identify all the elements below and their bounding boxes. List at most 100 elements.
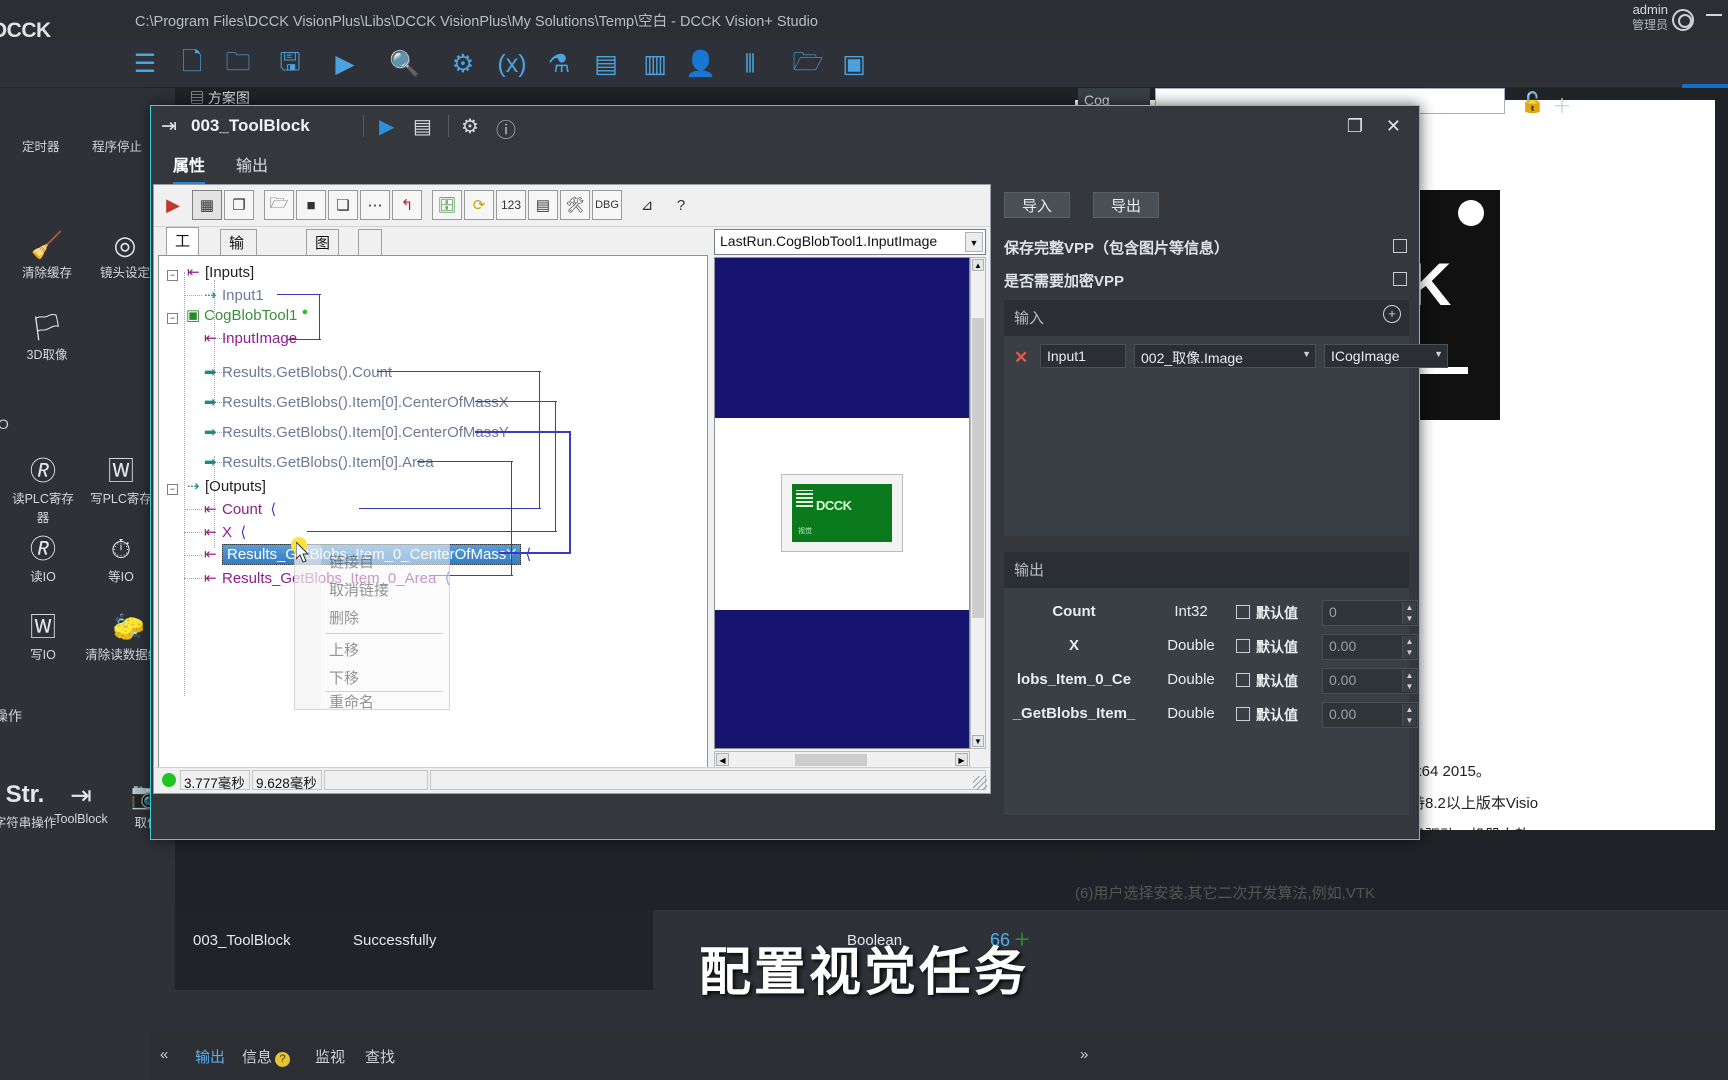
script-icon[interactable]: ⟳ (464, 190, 494, 220)
help-icon[interactable]: ⓘ (496, 114, 516, 143)
run-red-icon[interactable]: ▶ (158, 190, 188, 220)
input-row-0[interactable]: ✕ Input1 002_取像.Image ▼ ICogImage ▼ (1010, 344, 1403, 372)
output-value-spinner-0[interactable]: 0 ▲▼ (1322, 600, 1418, 626)
tab-find[interactable]: 查找 (365, 1046, 395, 1067)
close-button[interactable]: ✕ (1386, 116, 1401, 137)
window-layout-icon[interactable]: ▦ (192, 190, 222, 220)
number-icon[interactable]: 123 (496, 190, 526, 220)
undo-redo-icon[interactable]: ↰ (392, 190, 422, 220)
dots-icon[interactable]: ⋯ (360, 190, 390, 220)
tree-node-terminal-3[interactable]: ➡Results.GetBlobs().Item[0].Area (204, 453, 434, 471)
input-source-combo[interactable]: 002_取像.Image ▼ (1134, 344, 1316, 368)
input-type-combo[interactable]: ICogImage ▼ (1324, 344, 1448, 368)
hscroll-thumb[interactable] (795, 754, 867, 766)
hamburger-menu-icon[interactable]: ☰ (125, 44, 165, 84)
tree-node-outputs[interactable]: ⇢[Outputs] (187, 477, 266, 495)
sliders-icon[interactable]: ⫴ (730, 44, 770, 84)
output-default-checkbox-3[interactable] (1236, 707, 1250, 721)
ctx-delete[interactable]: 删除 (329, 607, 359, 628)
chevron-down-icon[interactable]: ▼ (1302, 349, 1311, 359)
paste-icon[interactable]: ❏ (328, 190, 358, 220)
chevron-down-icon[interactable]: ▼ (1434, 349, 1443, 359)
copy-icon[interactable]: ❐ (224, 190, 254, 220)
encrypt-vpp-checkbox[interactable] (1393, 272, 1407, 286)
tree-node-output-0[interactable]: ⇤Count ⟨ (204, 500, 276, 518)
output-value-spinner-2[interactable]: 0.00 ▲▼ (1322, 668, 1418, 694)
rail-item-clear-cache[interactable]: 🧹 清除缓存 (10, 228, 84, 281)
lock-icon[interactable]: 🔓 (1520, 90, 1545, 115)
restore-button[interactable]: ❐ (1347, 116, 1363, 137)
vscroll-thumb[interactable] (972, 318, 984, 618)
search-icon[interactable]: 🔍 (385, 44, 425, 84)
expander-inputs[interactable]: − (167, 270, 178, 281)
database-icon[interactable]: 🗄 (432, 190, 462, 220)
image-source-combo[interactable]: LastRun.CogBlobTool1.InputImage ▼ (714, 229, 986, 255)
ctx-rename[interactable]: 重命名 (329, 691, 374, 712)
toolblock-tree[interactable]: − ⇤[Inputs] ⇢Input1 − ▣CogBlobTool1 ● ⇤I… (158, 255, 708, 785)
rail-item-wait-io[interactable]: ⏱ 等IO (84, 532, 158, 585)
output-value-spinner-1[interactable]: 0.00 ▲▼ (1322, 634, 1418, 660)
tree-node-cogblobtool1[interactable]: ▣CogBlobTool1 ● (186, 306, 308, 324)
tree-node-inputs[interactable]: ⇤[Inputs] (187, 263, 254, 281)
measure-icon[interactable]: ⊿ (632, 190, 662, 220)
export-button[interactable]: 导出 (1093, 192, 1159, 218)
open-folder-icon[interactable]: 🗀 (218, 44, 258, 84)
run-icon[interactable]: ▶ (379, 114, 394, 139)
variable-icon[interactable]: (x) (492, 44, 532, 84)
add-input-icon[interactable]: + (1383, 305, 1401, 323)
collapse-right-button[interactable]: » (1080, 1046, 1088, 1063)
flask-icon[interactable]: ⚗ (539, 44, 579, 84)
tree-node-terminal-1[interactable]: ➡Results.GetBlobs().Item[0].CenterOfMass… (204, 393, 509, 411)
tab-monitor[interactable]: 监视 (315, 1046, 345, 1067)
output-row-3[interactable]: _GetBlobs_Item_ Double 默认值 0.00 ▲▼ (1004, 698, 1409, 732)
ctx-unlink[interactable]: 取消链接 (329, 579, 389, 600)
tree-node-inputimage[interactable]: ⇤InputImage (204, 329, 297, 347)
resize-grip[interactable] (973, 776, 987, 790)
scroll-left-icon[interactable]: ◀ (716, 753, 729, 766)
stop-icon[interactable]: ■ (296, 190, 326, 220)
image-vertical-scrollbar[interactable]: ▲ ▼ (970, 257, 986, 749)
open-project-icon[interactable]: 🗁 (788, 44, 828, 84)
tab-output[interactable]: 输出 (236, 152, 268, 182)
save-full-vpp-checkbox[interactable] (1393, 239, 1407, 253)
open-icon[interactable]: 🗁 (264, 190, 294, 220)
output-default-checkbox-1[interactable] (1236, 639, 1250, 653)
collapse-left-button[interactable]: « (160, 1046, 168, 1063)
expander-cogblobtool1[interactable]: − (167, 313, 178, 324)
minimize-button[interactable] (1706, 14, 1722, 16)
user-avatar-icon[interactable] (1672, 9, 1694, 31)
rail-item-plc-write[interactable]: 🅆 写PLC寄存 (84, 454, 158, 507)
rail-item-toolblock[interactable]: ⇥ ToolBlock (44, 778, 118, 826)
panel-icon[interactable]: ▥ (635, 44, 675, 84)
scroll-down-icon[interactable]: ▼ (972, 735, 984, 747)
user-icon[interactable]: 👤 (681, 44, 721, 84)
context-menu[interactable]: 链接目 取消链接 删除 上移 下移 重命名 (294, 544, 450, 710)
output-value-spinner-3[interactable]: 0.00 ▲▼ (1322, 702, 1418, 728)
run-icon[interactable]: ▶ (325, 44, 365, 84)
import-button[interactable]: 导入 (1004, 192, 1070, 218)
rail-item-plc-read[interactable]: 🄬 读PLC寄存器 (6, 454, 80, 526)
spinner-arrows-icon[interactable]: ▲▼ (1402, 602, 1416, 624)
cog-tab-io[interactable]: 输入/输出 (220, 229, 257, 255)
tree-node-output-1[interactable]: ⇤X ⟨ (204, 523, 246, 541)
tools-icon[interactable]: 🛠 (560, 190, 590, 220)
tab-info[interactable]: 信息? (242, 1046, 290, 1067)
input-name-field[interactable]: Input1 (1040, 344, 1126, 368)
expander-outputs[interactable]: − (167, 484, 178, 495)
spinner-arrows-icon[interactable]: ▲▼ (1402, 670, 1416, 692)
chevron-down-icon[interactable]: ▼ (965, 232, 983, 252)
tree-node-terminal-0[interactable]: ➡Results.GetBlobs().Count (204, 363, 392, 381)
remove-input-icon[interactable]: ✕ (1014, 348, 1028, 368)
ctx-move-down[interactable]: 下移 (329, 667, 359, 688)
spinner-arrows-icon[interactable]: ▲▼ (1402, 636, 1416, 658)
table-icon[interactable]: ▤ (528, 190, 558, 220)
camera-tool-icon[interactable]: ⚙ (443, 44, 483, 84)
new-file-icon[interactable]: 🗋 (172, 44, 212, 84)
rail-item-read-io[interactable]: 🄬 读IO (6, 532, 80, 585)
output-default-checkbox-0[interactable] (1236, 605, 1250, 619)
help-question-icon[interactable]: ? (666, 190, 696, 220)
tab-output[interactable]: 输出 (195, 1046, 225, 1067)
record-icon[interactable]: ▤ (413, 114, 432, 139)
spinner-arrows-icon[interactable]: ▲▼ (1402, 704, 1416, 726)
ctx-link[interactable]: 链接目 (329, 551, 374, 572)
